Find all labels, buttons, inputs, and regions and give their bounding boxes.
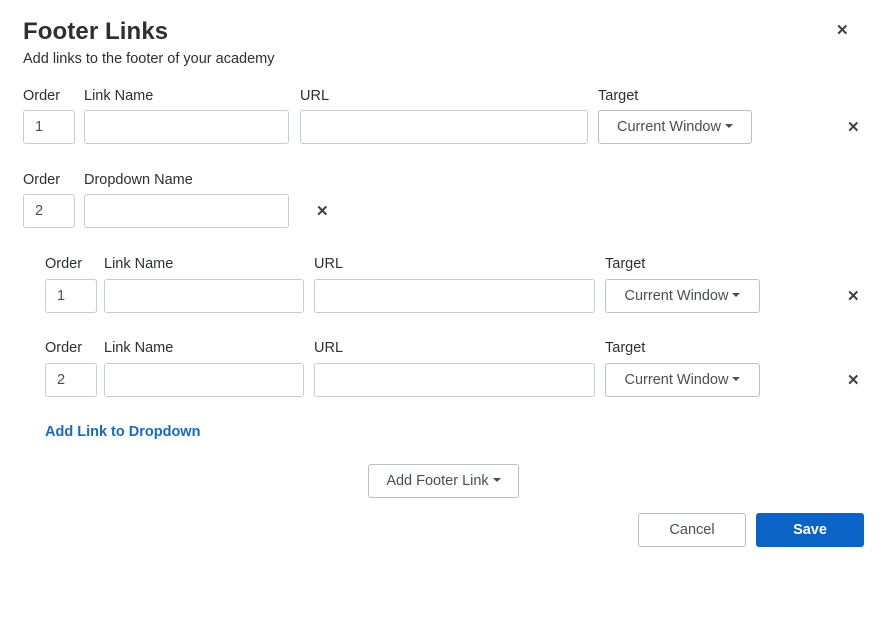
target-select-value: Current Window — [617, 119, 721, 135]
dropdown-name-input[interactable] — [84, 194, 289, 228]
dropdown-name-label: Dropdown Name — [84, 172, 193, 188]
add-footer-link-label: Add Footer Link — [386, 473, 489, 489]
order-label: Order — [45, 340, 83, 356]
remove-dropdown-icon[interactable]: ✕ — [316, 204, 329, 219]
link-name-label: Link Name — [104, 256, 174, 272]
add-link-to-dropdown-link[interactable]: Add Link to Dropdown — [45, 424, 200, 440]
order-input[interactable]: 2 — [45, 363, 97, 397]
url-label: URL — [314, 340, 344, 356]
save-button[interactable]: Save — [756, 513, 864, 547]
caret-down-icon — [732, 377, 741, 382]
target-select[interactable]: Current Window — [605, 363, 760, 397]
caret-down-icon — [724, 124, 733, 129]
remove-link-icon[interactable]: ✕ — [847, 120, 860, 135]
order-input[interactable]: 1 — [23, 110, 75, 144]
order-label: Order — [23, 172, 61, 188]
link-name-label: Link Name — [84, 88, 154, 104]
modal-subtitle: Add links to the footer of your academy — [23, 51, 275, 67]
target-label: Target — [605, 256, 646, 272]
target-select-value: Current Window — [624, 288, 729, 304]
caret-down-icon — [492, 478, 501, 483]
remove-link-icon[interactable]: ✕ — [847, 373, 860, 388]
target-select[interactable]: Current Window — [605, 279, 760, 313]
url-input[interactable] — [300, 110, 588, 144]
close-icon[interactable]: ✕ — [836, 23, 849, 38]
cancel-button[interactable]: Cancel — [638, 513, 746, 547]
target-label: Target — [605, 340, 646, 356]
modal-title: Footer Links — [23, 18, 169, 45]
url-label: URL — [314, 256, 344, 272]
caret-down-icon — [732, 293, 741, 298]
target-select[interactable]: Current Window — [598, 110, 752, 144]
link-name-input[interactable] — [104, 363, 304, 397]
add-footer-link-button[interactable]: Add Footer Link — [368, 464, 519, 498]
url-label: URL — [300, 88, 330, 104]
remove-link-icon[interactable]: ✕ — [847, 289, 860, 304]
order-input[interactable]: 1 — [45, 279, 97, 313]
url-input[interactable] — [314, 279, 595, 313]
target-label: Target — [598, 88, 639, 104]
order-label: Order — [45, 256, 83, 272]
link-name-input[interactable] — [84, 110, 289, 144]
url-input[interactable] — [314, 363, 595, 397]
link-name-label: Link Name — [104, 340, 174, 356]
order-label: Order — [23, 88, 61, 104]
link-name-input[interactable] — [104, 279, 304, 313]
target-select-value: Current Window — [624, 372, 729, 388]
order-input[interactable]: 2 — [23, 194, 75, 228]
